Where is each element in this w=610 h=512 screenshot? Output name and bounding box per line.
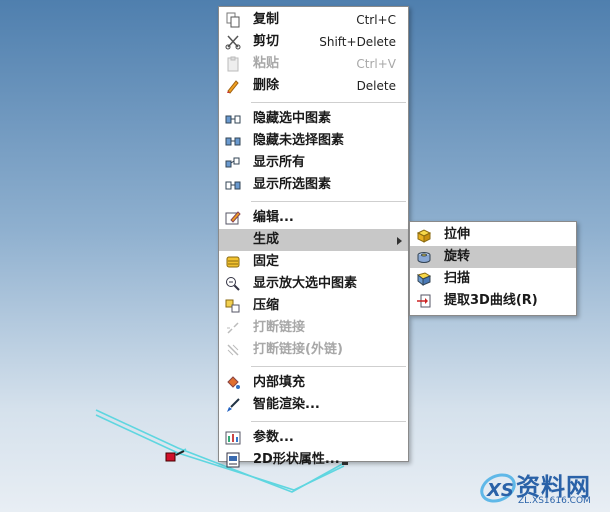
submenu-item-revolve[interactable]: 旋转 [410,246,576,268]
context-menu: 复制 Ctrl+C 剪切 Shift+Delete 粘贴 Ctrl+V 删除 D… [218,6,409,468]
menu-item-generate[interactable]: 生成 [219,229,408,251]
show-selected-icon [225,177,241,193]
menu-item-inner-fill[interactable]: 内部填充 [219,372,408,394]
edit-icon [225,210,241,226]
menu-item-fix[interactable]: 固定 [219,251,408,273]
menu-item-edit[interactable]: 编辑... [219,207,408,229]
zoom-icon [225,276,241,292]
menu-item-break-link-external[interactable]: 打断链接(外链) [219,339,408,361]
fill-bucket-icon [225,375,241,391]
xs-logo-icon: XS [480,473,516,503]
compress-icon [225,298,241,314]
pencil-icon [225,78,241,94]
menu-item-show-all[interactable]: 显示所有 [219,152,408,174]
selection-handle [165,452,176,462]
menu-item-paste[interactable]: 粘贴 Ctrl+V [219,53,408,75]
submenu-item-sweep[interactable]: 扫描 [410,268,576,290]
menu-item-compress[interactable]: 压缩 [219,295,408,317]
break-link-icon [225,320,241,336]
menu-item-zoom-selected[interactable]: 显示放大选中图素 [219,273,408,295]
menu-separator [251,366,406,367]
paintbrush-icon [225,397,241,413]
menu-item-hide-selected[interactable]: 隐藏选中图素 [219,108,408,130]
submenu-item-extract-3d-curve[interactable]: 提取3D曲线(R) [410,290,576,312]
hide-unselected-icon [225,133,241,149]
submenu-arrow-icon [397,237,402,245]
watermark-logo: XS 资料网 ZL.XS1616.COM [478,466,608,510]
menu-separator [251,102,406,103]
show-all-icon [225,155,241,171]
menu-item-shape-properties[interactable]: 2D形状属性... [219,449,408,471]
menu-separator [251,201,406,202]
menu-separator [251,421,406,422]
shape-properties-icon [225,452,241,468]
watermark-url: ZL.XS1616.COM [518,496,591,506]
submenu-item-extrude[interactable]: 拉伸 [410,224,576,246]
svg-text:XS: XS [486,480,514,501]
menu-item-hide-unselected[interactable]: 隐藏未选择图素 [219,130,408,152]
menu-item-break-link[interactable]: 打断链接 [219,317,408,339]
hide-selected-icon [225,111,241,127]
extract-curve-icon [416,293,432,309]
paste-icon [225,56,241,72]
sweep-icon [416,271,432,287]
break-external-link-icon [225,342,241,358]
parameters-icon [225,430,241,446]
copy-icon [225,12,241,28]
menu-item-cut[interactable]: 剪切 Shift+Delete [219,31,408,53]
menu-item-delete[interactable]: 删除 Delete [219,75,408,97]
menu-item-copy[interactable]: 复制 Ctrl+C [219,9,408,31]
menu-item-show-selected[interactable]: 显示所选图素 [219,174,408,196]
menu-item-smart-render[interactable]: 智能渲染... [219,394,408,416]
revolve-icon [416,249,432,265]
menu-item-params[interactable]: 参数... [219,427,408,449]
scissors-icon [225,34,241,50]
fix-icon [225,254,241,270]
extrude-icon [416,227,432,243]
generate-submenu: 拉伸 旋转 扫描 提取3D曲线(R) [409,221,577,316]
